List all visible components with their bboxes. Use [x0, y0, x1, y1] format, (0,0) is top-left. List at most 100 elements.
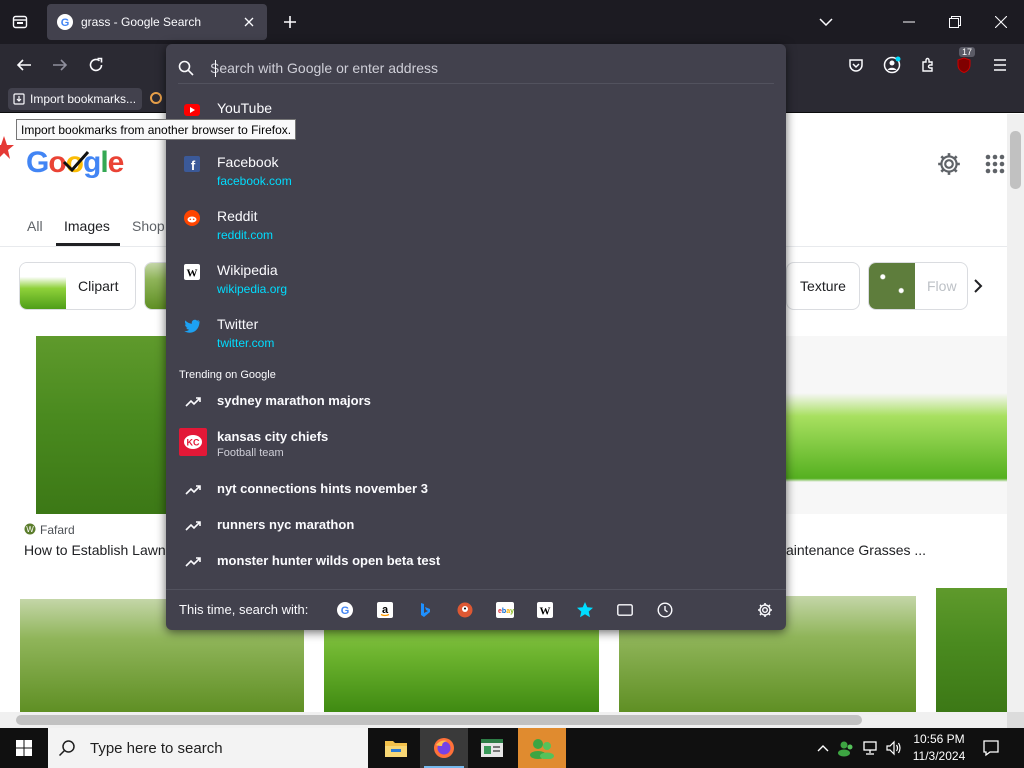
address-input[interactable] — [210, 59, 750, 76]
trending-item[interactable]: monster hunter wilds open beta test — [178, 549, 774, 585]
extension-badge: 17 — [959, 47, 976, 57]
network-button[interactable] — [861, 738, 881, 758]
pocket-icon — [849, 59, 863, 72]
back-button[interactable] — [12, 53, 36, 77]
tab-title: grass - Google Search — [81, 15, 202, 29]
scroll-thumb[interactable] — [16, 715, 862, 725]
result-title[interactable]: aintenance Grasses ... — [786, 542, 926, 558]
suggestion-title: Reddit — [217, 208, 258, 224]
ublock-extension-button[interactable]: 17 — [952, 47, 976, 77]
tab-all[interactable]: All — [27, 218, 43, 234]
new-tab-button[interactable] — [278, 10, 302, 34]
suggestion-url: wikipedia.org — [217, 282, 288, 296]
file-explorer-taskbar-button[interactable] — [372, 728, 420, 768]
scroll-thumb[interactable] — [1010, 131, 1021, 189]
chip-flowers[interactable]: Flow — [868, 262, 968, 310]
people-tray-button[interactable] — [836, 738, 856, 758]
volume-button[interactable] — [884, 738, 904, 758]
result-source[interactable]: Fafard — [40, 523, 75, 537]
close-tab-icon[interactable] — [241, 14, 257, 30]
extensions-button[interactable] — [916, 53, 940, 77]
taskbar-clock[interactable]: 10:56 PM 11/3/2024 — [906, 731, 972, 765]
trending-title: kansas city chiefs — [217, 429, 329, 444]
amazon-engine-button[interactable]: a — [374, 599, 396, 621]
shield-icon — [957, 57, 971, 74]
search-settings-button[interactable] — [754, 599, 776, 621]
suggestion-reddit[interactable]: Reddit reddit.com — [178, 204, 774, 254]
chip-clipart[interactable]: Clipart — [19, 262, 136, 310]
restore-icon — [949, 16, 961, 28]
firefox-taskbar-button[interactable] — [420, 728, 468, 768]
clock-time: 10:56 PM — [913, 732, 965, 746]
horizontal-scrollbar[interactable] — [0, 712, 1007, 728]
bing-engine-button[interactable] — [414, 599, 436, 621]
chip-label: Flow — [927, 278, 957, 294]
ebay-engine-button[interactable]: ebay — [494, 599, 516, 621]
tab-google-search[interactable]: G grass - Google Search — [47, 4, 267, 40]
settings-gear-icon[interactable] — [936, 151, 962, 177]
taskbar-search-box[interactable]: Type here to search — [48, 728, 368, 768]
search-icon — [178, 60, 194, 76]
vertical-scrollbar[interactable] — [1007, 114, 1024, 712]
svg-text:a: a — [382, 604, 389, 616]
suggestion-facebook[interactable]: f Facebook facebook.com — [178, 150, 774, 200]
google-icon: G — [337, 602, 353, 618]
tabs-search-button[interactable] — [614, 599, 636, 621]
wikipedia-engine-button[interactable]: W — [534, 599, 556, 621]
clock-icon — [657, 602, 673, 618]
task-manager-taskbar-button[interactable] — [468, 728, 516, 768]
trending-item[interactable]: nyt connections hints november 3 — [178, 477, 774, 513]
account-button[interactable] — [880, 53, 904, 77]
notification-icon — [983, 740, 999, 757]
trending-item[interactable]: sydney marathon majors — [178, 389, 774, 425]
import-bookmarks-button[interactable]: Import bookmarks... — [8, 88, 143, 110]
image-result[interactable] — [36, 336, 168, 514]
pocket-button[interactable] — [844, 53, 868, 77]
svg-text:W: W — [26, 525, 34, 534]
site-favicon-icon: W — [24, 523, 36, 535]
bookmarks-search-button[interactable] — [574, 599, 596, 621]
history-search-button[interactable] — [654, 599, 676, 621]
list-all-tabs-button[interactable] — [814, 10, 838, 34]
show-hidden-icons-button[interactable] — [813, 738, 833, 758]
result-title[interactable]: How to Establish Lawn — [24, 542, 166, 558]
windows-taskbar: Type here to search 10:56 PM 11/3/2024 — [0, 728, 1024, 768]
tab-shopping[interactable]: Shop — [132, 218, 165, 234]
chip-texture[interactable]: Texture — [786, 262, 860, 310]
wikipedia-icon: W — [537, 602, 553, 618]
trending-up-icon — [184, 481, 202, 499]
arrow-right-icon — [53, 59, 68, 71]
chip-label: Texture — [800, 278, 846, 294]
people-app-taskbar-button[interactable] — [518, 728, 566, 768]
tab-bar: G grass - Google Search — [0, 0, 1024, 44]
chip-thumbnail — [869, 263, 915, 309]
start-button[interactable] — [0, 728, 48, 768]
suggestion-wikipedia[interactable]: W Wikipedia wikipedia.org — [178, 258, 774, 308]
image-result[interactable] — [936, 588, 1007, 712]
trending-item[interactable]: KC kansas city chiefs Football team — [178, 425, 774, 461]
notifications-button[interactable] — [981, 738, 1001, 758]
google-favicon-icon: G — [57, 14, 73, 30]
image-result[interactable] — [786, 336, 1007, 514]
forward-button[interactable] — [48, 53, 72, 77]
close-window-button[interactable] — [989, 10, 1013, 34]
trending-title: runners nyc marathon — [217, 517, 355, 532]
star-icon — [577, 602, 593, 618]
trending-item[interactable]: runners nyc marathon — [178, 513, 774, 549]
minimize-button[interactable] — [897, 10, 921, 34]
google-engine-button[interactable]: G — [334, 599, 356, 621]
svg-text:W: W — [187, 268, 198, 280]
apps-grid-icon[interactable] — [984, 153, 1006, 175]
reload-button[interactable] — [84, 53, 108, 77]
app-menu-button[interactable] — [988, 53, 1012, 77]
trending-subtitle: Football team — [217, 447, 284, 459]
address-bar[interactable] — [178, 52, 774, 84]
import-icon — [13, 93, 25, 105]
duckduckgo-engine-button[interactable] — [454, 599, 476, 621]
restore-button[interactable] — [943, 10, 967, 34]
chevron-right-icon[interactable] — [972, 279, 984, 293]
suggestion-twitter[interactable]: Twitter twitter.com — [178, 312, 774, 362]
tab-images[interactable]: Images — [64, 218, 110, 234]
firefox-view-icon — [12, 15, 28, 29]
firefox-view-button[interactable] — [8, 10, 32, 34]
